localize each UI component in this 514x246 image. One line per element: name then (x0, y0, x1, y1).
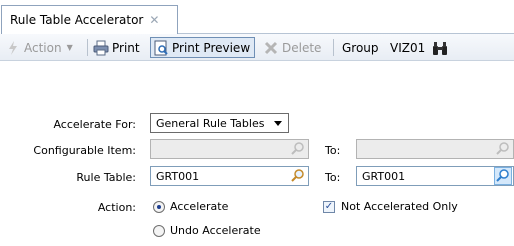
print-label: Print (112, 40, 140, 55)
delete-label: Delete (282, 40, 322, 55)
group-label: Group (342, 40, 379, 55)
binoculars-icon[interactable] (432, 37, 448, 58)
magnifier-icon[interactable] (495, 141, 511, 157)
chevron-down-icon (274, 121, 282, 126)
accelerate-for-label: Accelerate For: (53, 118, 136, 131)
tab-rule-table-accelerator[interactable]: Rule Table Accelerator ✕ (1, 5, 178, 34)
not-accelerated-only-checkbox[interactable]: ✓ Not Accelerated Only (323, 200, 458, 213)
not-accelerated-only-label: Not Accelerated Only (341, 200, 458, 213)
toolbar: Action ▼ Print Print Preview Delete Grou… (0, 34, 514, 61)
accelerate-radio-label: Accelerate (170, 200, 229, 213)
undo-accelerate-radio[interactable]: Undo Accelerate (153, 224, 261, 237)
rule-table-from-field[interactable]: GRT001 (150, 166, 309, 186)
delete-button[interactable]: Delete (263, 37, 321, 58)
group-value: VIZ01 (390, 40, 426, 55)
toolbar-separator (333, 39, 334, 56)
magnifier-icon[interactable] (290, 141, 306, 157)
configurable-item-to-label: To: (325, 144, 341, 157)
tab-title: Rule Table Accelerator (10, 13, 144, 27)
rule-table-to-field[interactable]: GRT001 (356, 166, 514, 186)
magnifier-icon[interactable] (290, 168, 306, 184)
print-button[interactable]: Print (93, 37, 140, 58)
configurable-item-to-field[interactable] (356, 139, 514, 159)
rule-table-to-label: To: (325, 171, 341, 184)
print-preview-button[interactable]: Print Preview (150, 37, 256, 58)
action-label: Action: (97, 201, 136, 214)
tab-strip: Rule Table Accelerator ✕ (0, 0, 514, 34)
close-icon[interactable]: ✕ (149, 13, 159, 27)
undo-accelerate-radio-label: Undo Accelerate (170, 224, 261, 237)
lightning-icon (5, 40, 21, 56)
accelerate-radio[interactable]: Accelerate (153, 200, 228, 213)
radio-unselected-icon (153, 224, 165, 237)
chevron-down-icon: ▼ (66, 43, 73, 52)
rule-table-label: Rule Table: (76, 171, 136, 184)
rule-table-from-value: GRT001 (156, 170, 200, 183)
configurable-item-label: Configurable Item: (33, 144, 136, 157)
print-preview-label: Print Preview (172, 40, 251, 55)
checkmark-icon: ✓ (323, 200, 335, 213)
magnifier-icon[interactable] (494, 167, 512, 185)
print-preview-icon (153, 40, 169, 56)
toolbar-separator (87, 39, 88, 56)
accelerate-for-dropdown[interactable]: General Rule Tables (150, 113, 289, 133)
accelerate-for-value: General Rule Tables (156, 117, 265, 130)
action-label: Action (24, 40, 62, 55)
action-button[interactable]: Action ▼ (5, 37, 73, 58)
delete-icon (263, 40, 279, 56)
configurable-item-from-field[interactable] (150, 139, 309, 159)
radio-selected-icon (153, 200, 165, 213)
printer-icon (93, 40, 109, 56)
rule-table-to-value: GRT001 (362, 170, 406, 183)
